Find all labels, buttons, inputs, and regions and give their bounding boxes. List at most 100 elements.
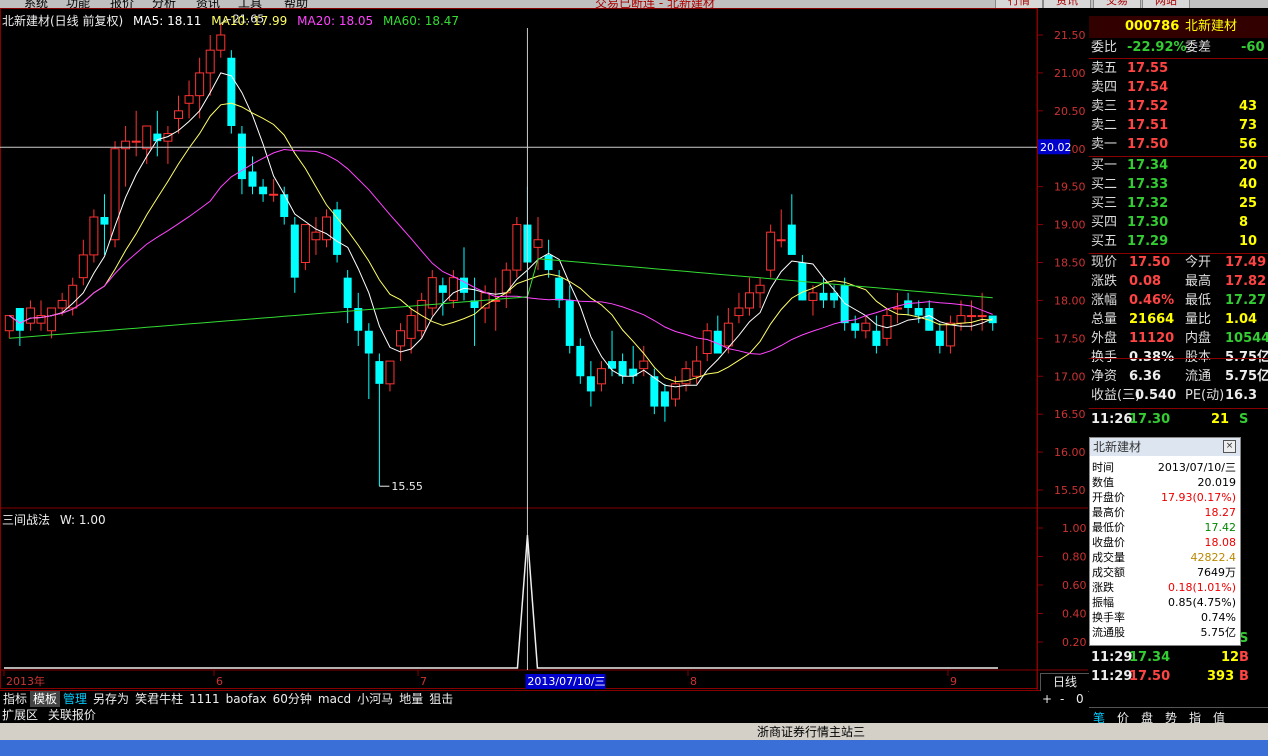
zoom-in-button[interactable]: +	[1042, 691, 1052, 707]
menu-item[interactable]: 分析	[152, 0, 176, 8]
buy-row: 买二 17.33 40	[1089, 176, 1268, 194]
tab-custom-8[interactable]: 狙击	[426, 691, 456, 708]
tab-custom-6[interactable]: 小河马	[354, 691, 396, 708]
buy-level-label: 买四	[1091, 215, 1118, 230]
crosshair-date-label: 2013/07/10/三	[527, 675, 605, 688]
stat-label: PE(动)	[1185, 388, 1225, 403]
candle-body	[914, 308, 923, 316]
buy-volume: 20	[1239, 158, 1258, 173]
tick-price: 17.34	[1129, 650, 1171, 665]
tab-save-as[interactable]: 另存为	[90, 691, 132, 708]
template-tab-bar: 指标 模板 管理 另存为 笑君牛柱 1111 baofax 60分钟 macd 小河马 地量 狙击	[0, 690, 1040, 708]
tick-side: S	[1239, 412, 1249, 427]
status-line: 浙商证券行情主站三	[0, 723, 1268, 741]
tick-side: B	[1239, 669, 1249, 684]
menu-item[interactable]: 帮助	[284, 0, 308, 8]
tooltip-key: 开盘价	[1092, 491, 1125, 504]
tab-extension-area[interactable]: 扩展区	[2, 708, 38, 722]
sell-volume: 43	[1239, 99, 1258, 114]
ma5-legend: MA5: 18.11	[133, 14, 202, 28]
candle-body	[280, 194, 289, 217]
kline-chart[interactable]: 21.5021.0020.5020.0019.5019.0018.5018.00…	[0, 8, 1088, 690]
menu-item[interactable]: 资讯	[196, 0, 220, 8]
ind-tick-label: 0.40	[1062, 608, 1087, 621]
tab-custom-3[interactable]: baofax	[223, 691, 270, 708]
candle-body	[808, 292, 818, 301]
sell-level-label: 卖五	[1091, 61, 1118, 76]
tooltip-key: 涨跌	[1092, 581, 1114, 594]
candle-body	[269, 193, 279, 196]
taskbar	[0, 740, 1268, 756]
y-tick-label: 17.50	[1054, 332, 1086, 345]
zoom-reset-button[interactable]: 0	[1076, 691, 1084, 707]
tooltip-row: 流通股 5.75亿	[1092, 625, 1236, 640]
tab-template[interactable]: 模板	[30, 691, 61, 708]
stock-period-label: 北新建材(日线 前复权)	[2, 14, 124, 28]
top-nav-button[interactable]: 交易	[1093, 0, 1141, 8]
candle-body	[333, 209, 342, 255]
menu-item[interactable]: 工具	[238, 0, 262, 8]
tick-side: B	[1239, 650, 1249, 665]
menu-item[interactable]: 功能	[66, 0, 90, 8]
candle-body	[248, 171, 257, 187]
tab-custom-4[interactable]: 60分钟	[270, 691, 315, 708]
stat-row: 总量 21664 量比 1.04	[1089, 311, 1268, 329]
tab-indicator[interactable]: 指标	[0, 691, 30, 708]
candle-body	[448, 277, 458, 301]
tooltip-key: 数值	[1092, 476, 1114, 489]
candle-body	[861, 322, 871, 332]
stat-row: 收益(三) 0.540 PE(动) 16.3	[1089, 387, 1268, 405]
tooltip-value: 0.74%	[1201, 611, 1236, 624]
tooltip-key: 时间	[1092, 461, 1114, 474]
stat-label: 今开	[1185, 255, 1212, 270]
tick-volume: 21	[1211, 412, 1230, 427]
buy-price: 17.34	[1127, 158, 1169, 173]
tooltip-key: 换手率	[1092, 611, 1125, 624]
tab-linked-quotes[interactable]: 关联报价	[48, 708, 96, 722]
candle-body	[195, 72, 205, 97]
candle-body	[692, 360, 702, 377]
candle-body	[438, 285, 447, 293]
top-nav-button[interactable]: 网站	[1142, 0, 1190, 8]
stat-value: 1.04	[1225, 312, 1258, 327]
stat-value: 17.27	[1225, 293, 1267, 308]
tooltip-key: 振幅	[1092, 596, 1114, 609]
tab-custom-2[interactable]: 1111	[186, 691, 223, 708]
tab-custom-7[interactable]: 地量	[396, 691, 426, 708]
tick-time: 11:29	[1091, 650, 1133, 665]
close-icon[interactable]: ×	[1223, 440, 1236, 453]
tooltip-row: 成交额 7649万	[1092, 565, 1236, 580]
tooltip-row: 成交量 42822.4	[1092, 550, 1236, 565]
zoom-out-button[interactable]: -	[1060, 691, 1064, 707]
stat-row: 涨幅 0.46% 最低 17.27	[1089, 292, 1268, 310]
stat-row: 现价 17.50 今开 17.49	[1089, 254, 1268, 272]
stat-value: 17.50	[1129, 255, 1171, 270]
candle-body	[565, 300, 574, 346]
tooltip-row: 开盘价 17.93(0.17%)	[1092, 490, 1236, 505]
tab-custom-5[interactable]: macd	[315, 691, 354, 708]
candle-body	[723, 322, 733, 347]
weibi-row: 委比 -22.92% 委差 -60	[1091, 40, 1265, 55]
period-label[interactable]: 日线	[1040, 673, 1090, 692]
sell-price: 17.52	[1127, 99, 1169, 114]
panel-divider	[1089, 408, 1268, 409]
tab-manage[interactable]: 管理	[60, 691, 90, 708]
tab-custom-1[interactable]: 笑君牛柱	[132, 691, 186, 708]
panel-divider	[1089, 156, 1268, 157]
candle-body	[544, 254, 553, 271]
top-nav-button[interactable]: 行情	[995, 0, 1043, 8]
tooltip-key: 最低价	[1092, 521, 1125, 534]
menu-item[interactable]: 系统	[24, 0, 48, 8]
sell-row: 卖一 17.50 56	[1089, 136, 1268, 154]
candle-body	[734, 307, 744, 317]
top-nav-button[interactable]: 资讯	[1043, 0, 1091, 8]
buy-level-label: 买一	[1091, 158, 1118, 173]
zoom-controls: + - 0	[1040, 691, 1088, 707]
candle-body	[290, 224, 299, 278]
y-tick-label: 15.50	[1054, 484, 1086, 497]
tooltip-key: 收盘价	[1092, 536, 1125, 549]
menu-item[interactable]: 报价	[110, 0, 134, 8]
tick-time: 11:26	[1091, 412, 1133, 427]
stat-label: 最低	[1185, 293, 1212, 308]
candle-body	[702, 330, 712, 354]
